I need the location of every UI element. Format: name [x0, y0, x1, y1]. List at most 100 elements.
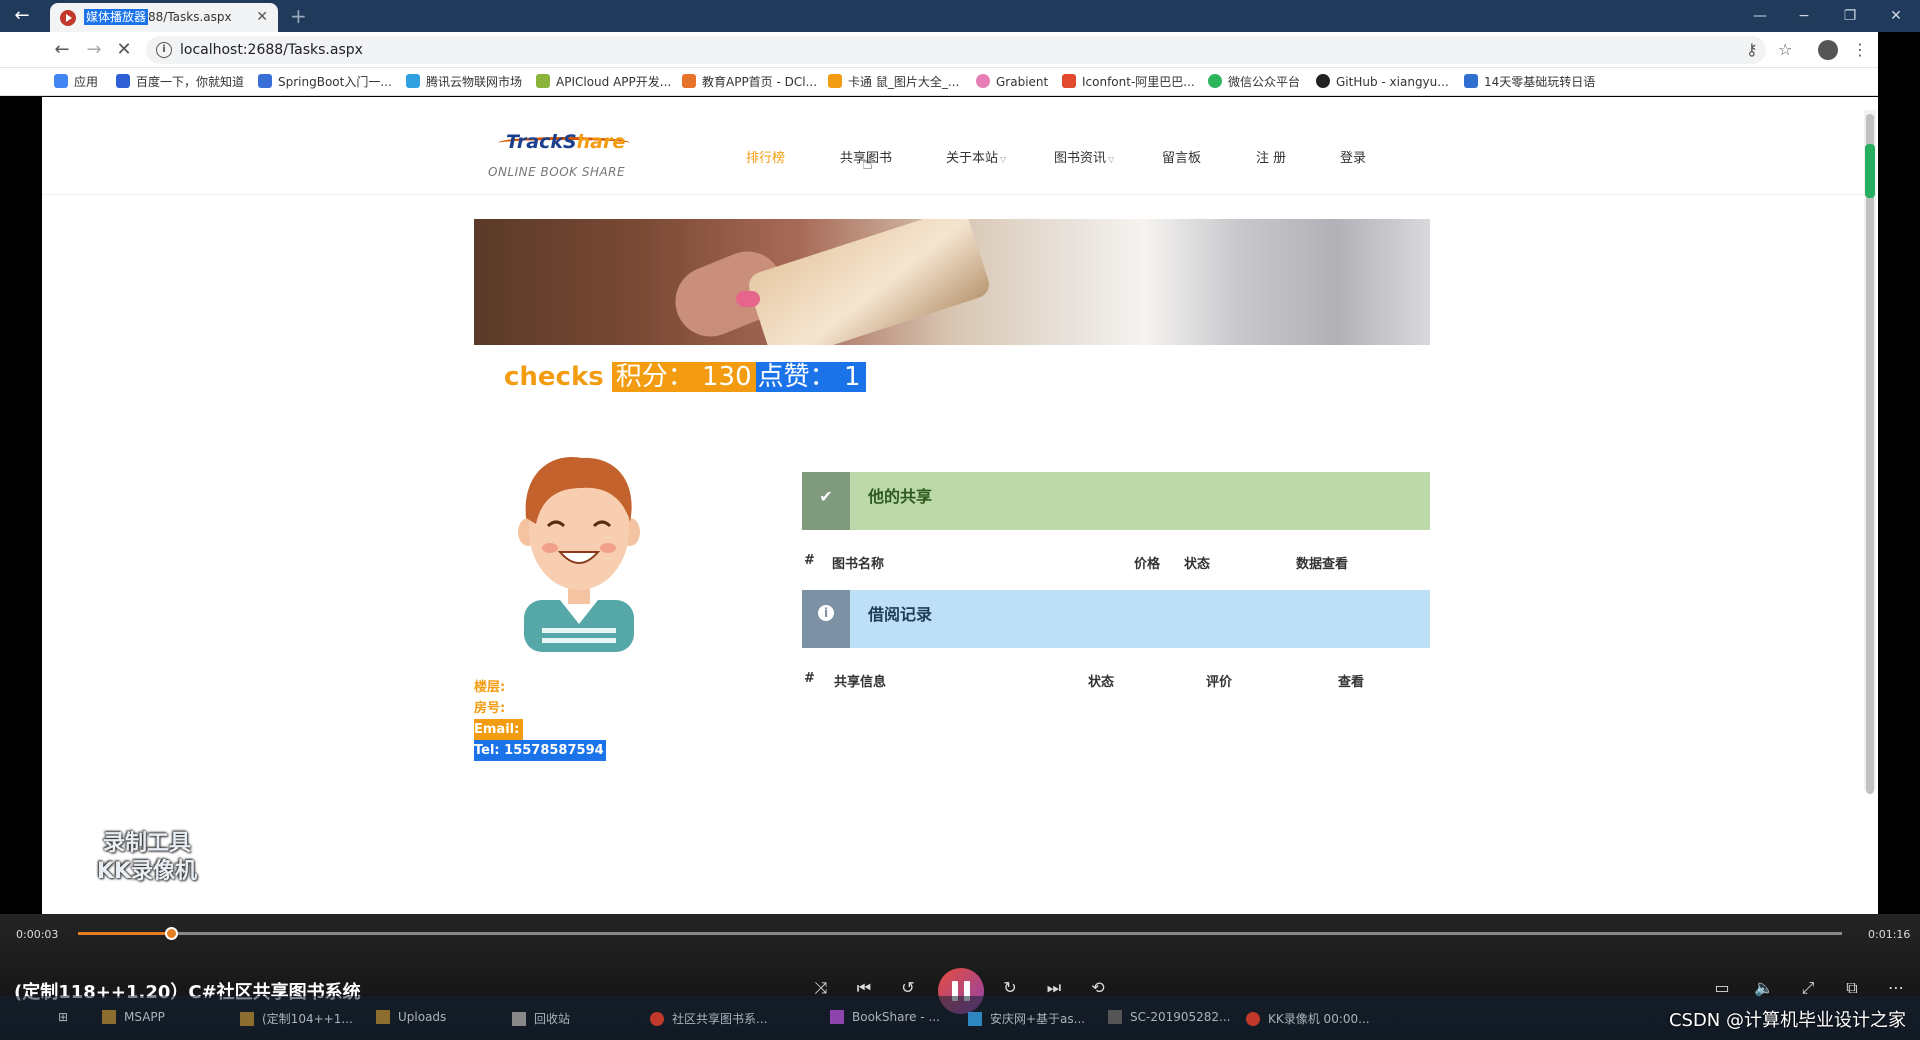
borrow-col-view: 查看 — [1338, 675, 1365, 690]
current-time: 0:00:03 — [16, 928, 59, 941]
bookmarks-bar: 应用 百度一下，你就知道 SpringBoot入门一... 腾讯云物联网市场 A… — [0, 68, 1878, 96]
seek-bar[interactable] — [78, 927, 1842, 940]
folder-icon — [102, 1010, 116, 1024]
folder-icon — [376, 1010, 390, 1024]
bookmark-iconfont[interactable]: Iconfont-阿里巴巴... — [1062, 68, 1195, 96]
banner-image — [474, 219, 1430, 345]
logo-brand: TrackShare — [506, 131, 626, 153]
profile-avatar-icon[interactable] — [1818, 40, 1838, 60]
borrow-icon-box: i — [802, 590, 850, 648]
grabient-icon — [976, 74, 990, 88]
shares-panel-header: ✔ 他的共享 — [802, 472, 1430, 530]
borrow-col-share-info: 共享信息 — [834, 675, 887, 690]
github-icon — [1316, 74, 1330, 88]
nav-login[interactable]: 登录 — [1340, 147, 1366, 166]
new-tab-icon[interactable]: + — [290, 4, 307, 28]
recycle-bin-icon — [512, 1012, 526, 1026]
shares-panel-title: 他的共享 — [868, 487, 933, 506]
page-scrollbar[interactable] — [1864, 110, 1876, 794]
springboot-icon — [258, 74, 272, 88]
borrow-col-status: 状态 — [1088, 675, 1115, 690]
banner-phone — [745, 219, 993, 345]
windows-taskbar: ⊞ MSAPP (定制104++1... Uploads 回收站 社区共享图书系… — [0, 996, 1920, 1040]
avatar-stripe — [542, 638, 616, 643]
bookmark-wechat[interactable]: 微信公众平台 — [1208, 68, 1300, 96]
borrow-col-index: # — [804, 671, 815, 686]
tel-value: Tel: 15578587594 — [474, 740, 606, 761]
apps-grid-icon — [54, 74, 68, 88]
taskbar-item-kk-recorder[interactable]: KK录像机 00:00... — [1246, 1010, 1370, 1027]
info-icon: i — [818, 605, 834, 621]
taskbar-item-folder[interactable]: (定制104++1... — [240, 1010, 353, 1027]
site-logo[interactable]: TrackShare ONLINE BOOK SHARE — [488, 131, 678, 181]
folder-icon — [240, 1012, 254, 1026]
shares-col-price: 价格 — [1134, 557, 1161, 572]
tab-close-icon[interactable]: ✕ — [256, 3, 268, 32]
url-input[interactable]: i localhost:2688/Tasks.aspx — [146, 36, 1766, 64]
recorder-icon — [1246, 1012, 1260, 1026]
back-arrow-icon[interactable]: ← — [10, 4, 34, 28]
tab-title: 媒体播放器 88/Tasks.aspx — [84, 9, 232, 25]
bookmark-springboot[interactable]: SpringBoot入门一... — [258, 68, 392, 96]
seek-bar-handle[interactable] — [165, 927, 179, 940]
taskbar-item-msapp[interactable]: MSAPP — [102, 1010, 165, 1024]
minimize-icon[interactable]: — — [1740, 0, 1780, 32]
restore-icon[interactable]: ❐ — [1830, 0, 1870, 32]
taskbar-item-anqing[interactable]: 安庆网+基于as... — [968, 1010, 1085, 1027]
menu-kebab-icon[interactable]: ⋮ — [1852, 38, 1868, 62]
nav-message-board[interactable]: 留言板 — [1162, 147, 1201, 166]
cartoon-icon — [828, 74, 842, 88]
bookmark-apicloud[interactable]: APICloud APP开发... — [536, 68, 671, 96]
document-icon — [968, 1012, 982, 1026]
tencent-cloud-icon — [406, 74, 420, 88]
borrow-col-rating: 评价 — [1206, 675, 1233, 690]
shares-col-book-name: 图书名称 — [832, 557, 885, 572]
forward-icon[interactable]: → — [82, 38, 106, 62]
scroll-position-marker — [1865, 144, 1875, 198]
taskbar-item-sc[interactable]: SC-201905282... — [1108, 1010, 1230, 1024]
shares-col-status: 状态 — [1184, 557, 1211, 572]
total-time: 0:01:16 — [1868, 928, 1911, 941]
browser-tab[interactable]: 媒体播放器 88/Tasks.aspx ✕ — [50, 3, 278, 32]
taskbar-item-bookshare[interactable]: BookShare - ... — [830, 1010, 940, 1024]
nav-register[interactable]: 注 册 — [1256, 147, 1286, 166]
bookmark-baidu[interactable]: 百度一下，你就知道 — [116, 68, 244, 96]
nav-book-news[interactable]: 图书资讯 ▽ — [1054, 147, 1114, 166]
mouse-cursor-icon: ☝ — [862, 153, 873, 174]
bookmark-star-icon[interactable]: ☆ — [1778, 38, 1792, 62]
start-icon[interactable]: ⊞ — [58, 1010, 68, 1024]
back-icon[interactable]: ← — [50, 38, 74, 62]
shares-col-data-view: 数据查看 — [1296, 557, 1349, 572]
likes-badge: 点赞： 1 — [755, 362, 867, 392]
nav-about[interactable]: 关于本站 ▽ — [946, 147, 1006, 166]
bookmark-japanese[interactable]: 14天零基础玩转日语 — [1464, 68, 1595, 96]
visual-studio-icon — [830, 1010, 844, 1024]
room-label: 房号: — [474, 701, 506, 716]
close-window-icon[interactable]: ✕ — [1876, 0, 1916, 32]
floor-label: 楼层: — [474, 680, 506, 695]
bookmark-tencent-iot[interactable]: 腾讯云物联网市场 — [406, 68, 522, 96]
bookmark-github[interactable]: GitHub - xiangyu... — [1316, 68, 1449, 96]
bookmark-grabient[interactable]: Grabient — [976, 68, 1048, 96]
bookmark-cartoon-mouse[interactable]: 卡通 鼠_图片大全_... — [828, 68, 959, 96]
username: checks — [504, 362, 604, 392]
taskbar-item-recycle-bin[interactable]: 回收站 — [512, 1010, 570, 1027]
wechat-icon — [1208, 74, 1222, 88]
bookmark-apps[interactable]: 应用 — [54, 68, 98, 96]
baidu-icon — [116, 74, 130, 88]
site-info-icon[interactable]: i — [156, 42, 172, 58]
pin-icon[interactable]: − — [1784, 0, 1824, 32]
borrow-panel-header: i 借阅记录 — [802, 590, 1430, 648]
media-player-icon — [60, 10, 76, 26]
stop-loading-icon[interactable]: ✕ — [112, 38, 136, 62]
taskbar-item-uploads[interactable]: Uploads — [376, 1010, 446, 1024]
nav-ranking[interactable]: 排行榜 — [746, 147, 785, 166]
taskbar-item-chrome[interactable]: 社区共享图书系... — [650, 1010, 767, 1027]
shares-col-index: # — [804, 553, 815, 568]
bookmark-edu-app[interactable]: 教育APP首页 - DCl... — [682, 68, 817, 96]
key-icon[interactable]: ⚷ — [1746, 38, 1758, 62]
scrollbar-thumb[interactable] — [1866, 114, 1874, 794]
window-titlebar: ← 媒体播放器 88/Tasks.aspx ✕ + — − ❐ ✕ — [0, 0, 1920, 32]
page-viewport: TrackShare ONLINE BOOK SHARE 排行榜 共享图书 关于… — [42, 97, 1878, 914]
points-badge: 积分： 130 — [611, 362, 756, 392]
